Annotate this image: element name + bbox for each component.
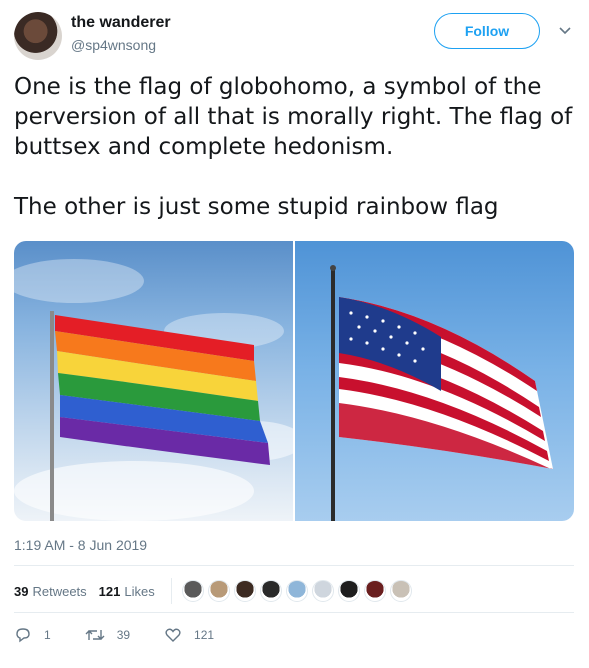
likes-label[interactable]: Likes	[124, 584, 154, 599]
like-count: 121	[194, 628, 215, 642]
tweet-text: One is the flag of globohomo, a symbol o…	[14, 72, 574, 222]
heart-icon	[165, 628, 181, 642]
tweet-actions: 1 39 121	[14, 622, 248, 648]
retweet-button[interactable]: 39	[85, 626, 130, 644]
tweet-paragraph: The other is just some stupid rainbow fl…	[14, 194, 499, 220]
tweet-media[interactable]	[14, 241, 574, 521]
retweet-icon	[85, 630, 105, 640]
reply-button[interactable]: 1	[14, 626, 51, 644]
liker-avatar[interactable]	[337, 580, 360, 602]
liker-avatar[interactable]	[233, 580, 256, 602]
follow-button[interactable]: Follow	[434, 13, 540, 49]
retweet-count: 39	[116, 628, 131, 642]
retweets-count[interactable]: 39	[14, 584, 28, 599]
tweet-header: the wanderer @sp4wnsong Follow	[14, 10, 576, 62]
divider	[170, 578, 172, 604]
liker-avatar[interactable]	[285, 580, 308, 602]
like-button[interactable]: 121	[164, 626, 214, 644]
liker-avatar[interactable]	[311, 580, 334, 602]
reply-icon	[16, 628, 30, 643]
liker-avatar[interactable]	[207, 580, 230, 602]
liker-avatar[interactable]	[389, 580, 412, 602]
user-handle[interactable]: @sp4wnsong	[71, 37, 156, 53]
tweet-timestamp[interactable]: 1:19 AM - 8 Jun 2019	[14, 537, 147, 553]
liker-avatar[interactable]	[259, 580, 282, 602]
user-avatar[interactable]	[14, 12, 62, 60]
tweet-stats: 39 Retweets 121 Likes	[14, 573, 416, 609]
liker-avatar[interactable]	[363, 580, 386, 602]
divider	[14, 612, 574, 613]
rainbow-flag-photo[interactable]	[14, 241, 293, 521]
chevron-down-icon[interactable]	[555, 20, 575, 40]
liker-avatar[interactable]	[181, 580, 204, 602]
reply-count: 1	[44, 628, 51, 642]
tweet-paragraph: One is the flag of globohomo, a symbol o…	[14, 74, 573, 160]
divider	[14, 565, 574, 566]
likers-avatars	[181, 580, 416, 602]
likes-count[interactable]: 121	[99, 584, 121, 599]
us-flag-photo[interactable]	[295, 241, 574, 521]
user-display-name[interactable]: the wanderer	[71, 14, 171, 32]
retweets-label[interactable]: Retweets	[32, 584, 86, 599]
